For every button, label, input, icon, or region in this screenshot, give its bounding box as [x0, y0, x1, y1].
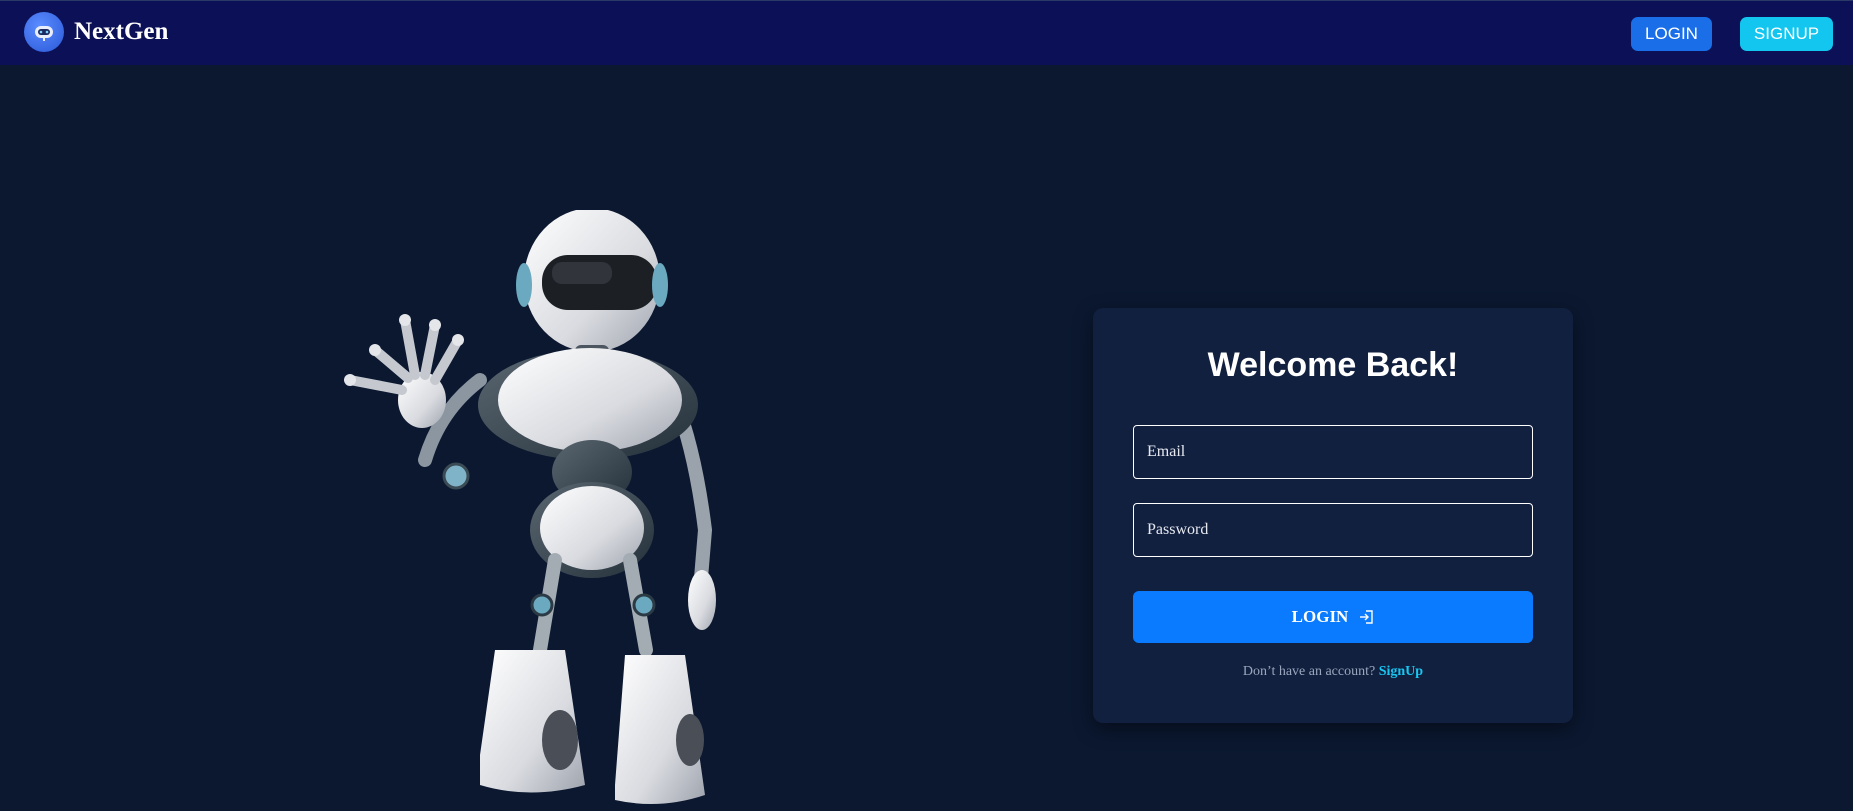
login-title: Welcome Back! — [1207, 346, 1459, 384]
password-field[interactable] — [1133, 503, 1533, 557]
signup-prompt-text: Don’t have an account? — [1242, 664, 1376, 679]
brand[interactable]: NextGen — [24, 12, 168, 52]
brand-name: NextGen — [74, 18, 169, 45]
login-submit-label: LOGIN — [1291, 607, 1349, 626]
signup-link[interactable]: SignUp — [1379, 664, 1423, 679]
login-submit-button[interactable]: LOGIN — [1133, 591, 1533, 643]
login-card: Welcome Back! LOGIN Don’t have an accoun… — [1093, 308, 1573, 723]
email-field[interactable] — [1133, 425, 1533, 479]
robot-face-icon — [24, 12, 64, 52]
waving-robot-illustration — [344, 210, 716, 804]
nav-signup-button[interactable]: SIGNUP — [1740, 17, 1833, 51]
nav-login-button[interactable]: LOGIN — [1631, 17, 1712, 51]
signup-prompt: Don’t have an account? SignUp — [1093, 664, 1573, 680]
top-navbar: NextGen LOGIN SIGNUP — [0, 0, 1853, 65]
login-arrow-icon — [1358, 609, 1374, 625]
